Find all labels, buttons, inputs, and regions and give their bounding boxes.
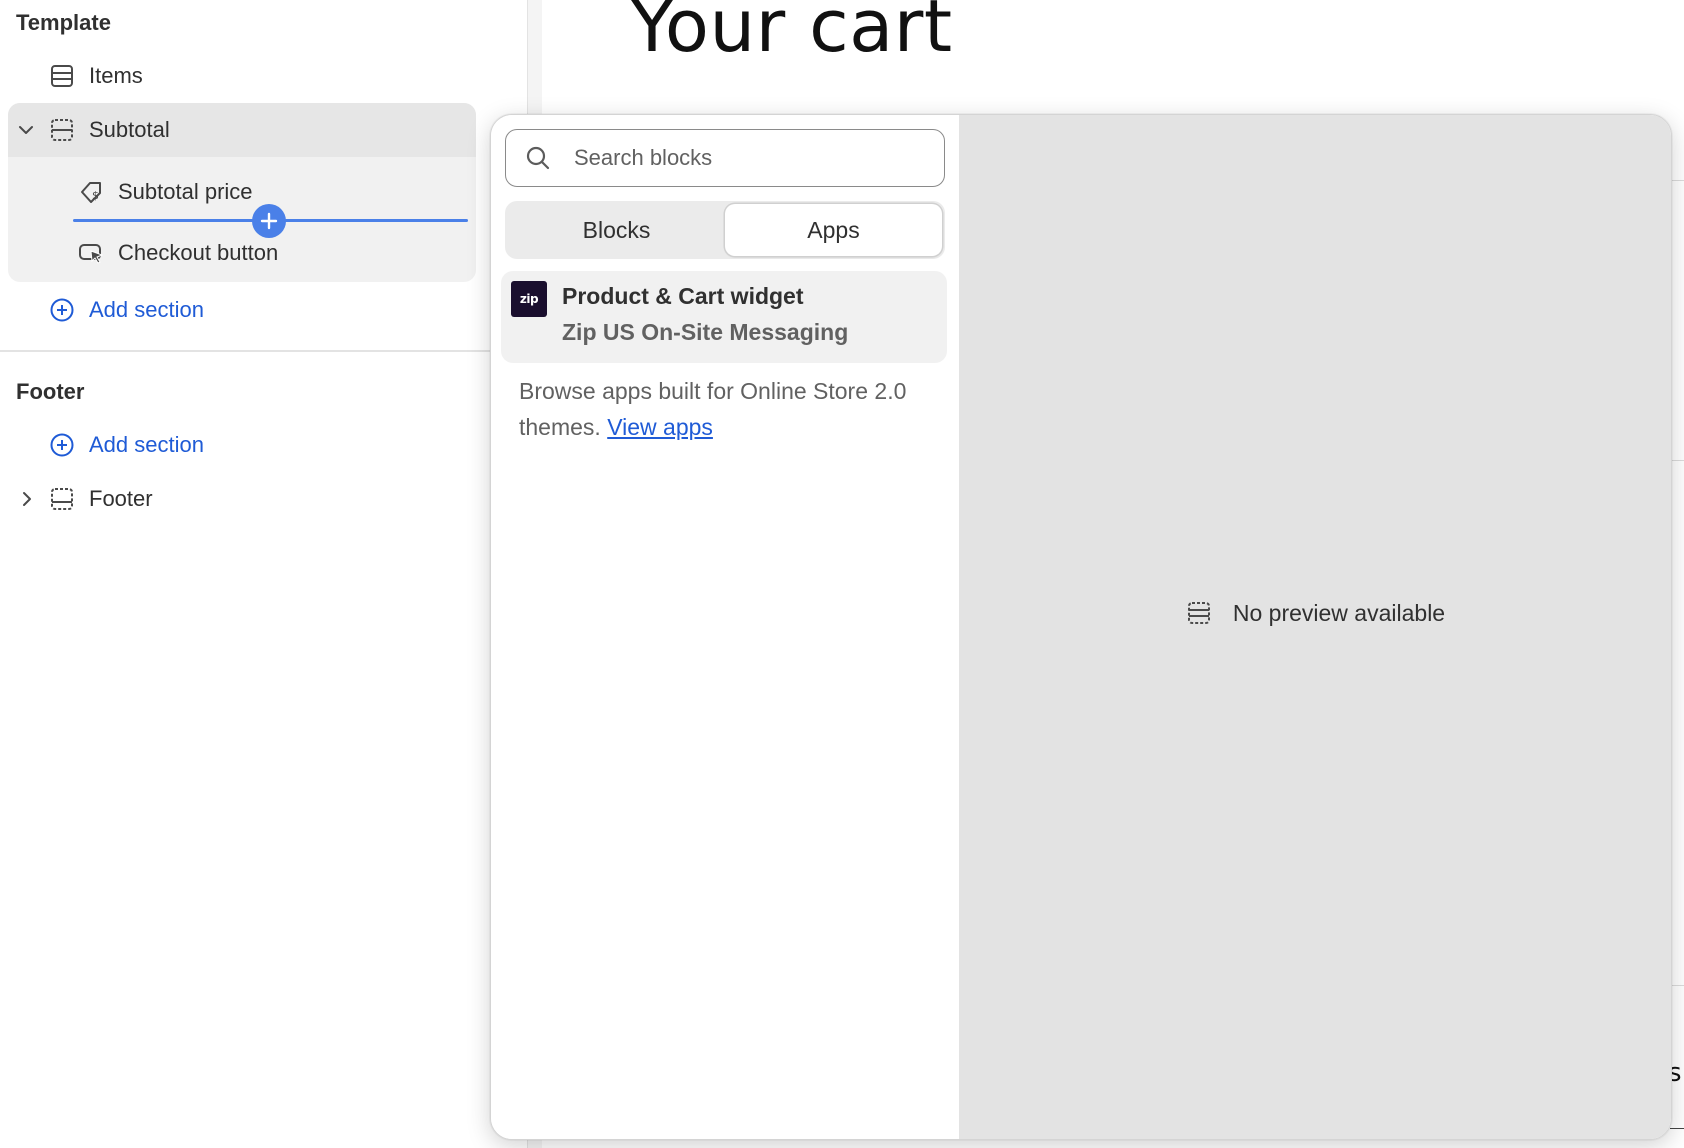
chevron-right-icon[interactable] [17,489,37,509]
block-checkout-button[interactable]: Checkout button [77,233,278,273]
sidebar-divider [0,350,490,352]
block-subtotal-price-label: Subtotal price [118,179,253,204]
preview-divider [1670,180,1684,181]
price-tag-icon: $ [77,178,105,206]
block-picker-popover: Blocks Apps zip Product & Cart widget Zi… [490,114,1672,1140]
section-items-label: Items [89,63,143,88]
plus-circle-icon [48,431,76,459]
browse-apps-text: Browse apps built for Online Store 2.0 t… [519,373,929,445]
add-section-button[interactable]: Add section [48,290,204,330]
no-preview-message: No preview available [959,599,1671,627]
no-preview-label: No preview available [1232,599,1446,626]
block-picker-list-pane: Blocks Apps zip Product & Cart widget Zi… [491,115,959,1139]
app-block-item[interactable]: zip Product & Cart widget Zip US On-Site… [501,271,947,363]
search-blocks-field[interactable] [505,129,945,187]
preview-divider [1670,1128,1684,1129]
footer-add-section-button[interactable]: Add section [48,425,204,465]
section-items[interactable]: Items [48,56,143,96]
section-icon [48,62,76,90]
section-footer[interactable]: Footer [48,479,153,519]
footer-heading: Footer [16,379,85,404]
cursor-click-icon [77,239,105,267]
section-subtotal[interactable]: Subtotal [48,110,170,150]
section-icon [48,116,76,144]
add-section-label: Add section [89,297,204,322]
section-icon [1185,599,1213,627]
zip-logo: zip [511,281,547,317]
app-block-subtitle: Zip US On-Site Messaging [562,319,849,345]
block-type-tabs: Blocks Apps [505,201,945,259]
search-blocks-input[interactable] [574,145,914,171]
plus-icon [260,212,278,230]
cart-page-title: Your cart [630,0,953,68]
preview-divider [1670,985,1684,986]
tab-apps[interactable]: Apps [725,204,942,256]
preview-divider [1670,460,1684,461]
block-checkout-button-label: Checkout button [118,240,279,265]
app-block-title: Product & Cart widget [562,283,804,309]
chevron-down-icon[interactable] [16,120,36,140]
section-subtotal-label: Subtotal [89,117,170,142]
block-subtotal-price[interactable]: $ Subtotal price [77,172,253,212]
view-apps-link[interactable]: View apps [607,414,713,440]
tab-blocks[interactable]: Blocks [508,204,725,256]
search-icon [524,144,552,172]
sidebar: Template Items Subtotal $ Subtotal price… [0,0,528,1148]
plus-circle-icon [48,296,76,324]
block-preview-pane: No preview available [959,115,1671,1139]
section-icon [48,485,76,513]
section-footer-label: Footer [89,486,153,511]
template-heading: Template [16,10,111,35]
svg-text:$: $ [92,189,99,202]
footer-add-section-label: Add section [89,432,204,457]
